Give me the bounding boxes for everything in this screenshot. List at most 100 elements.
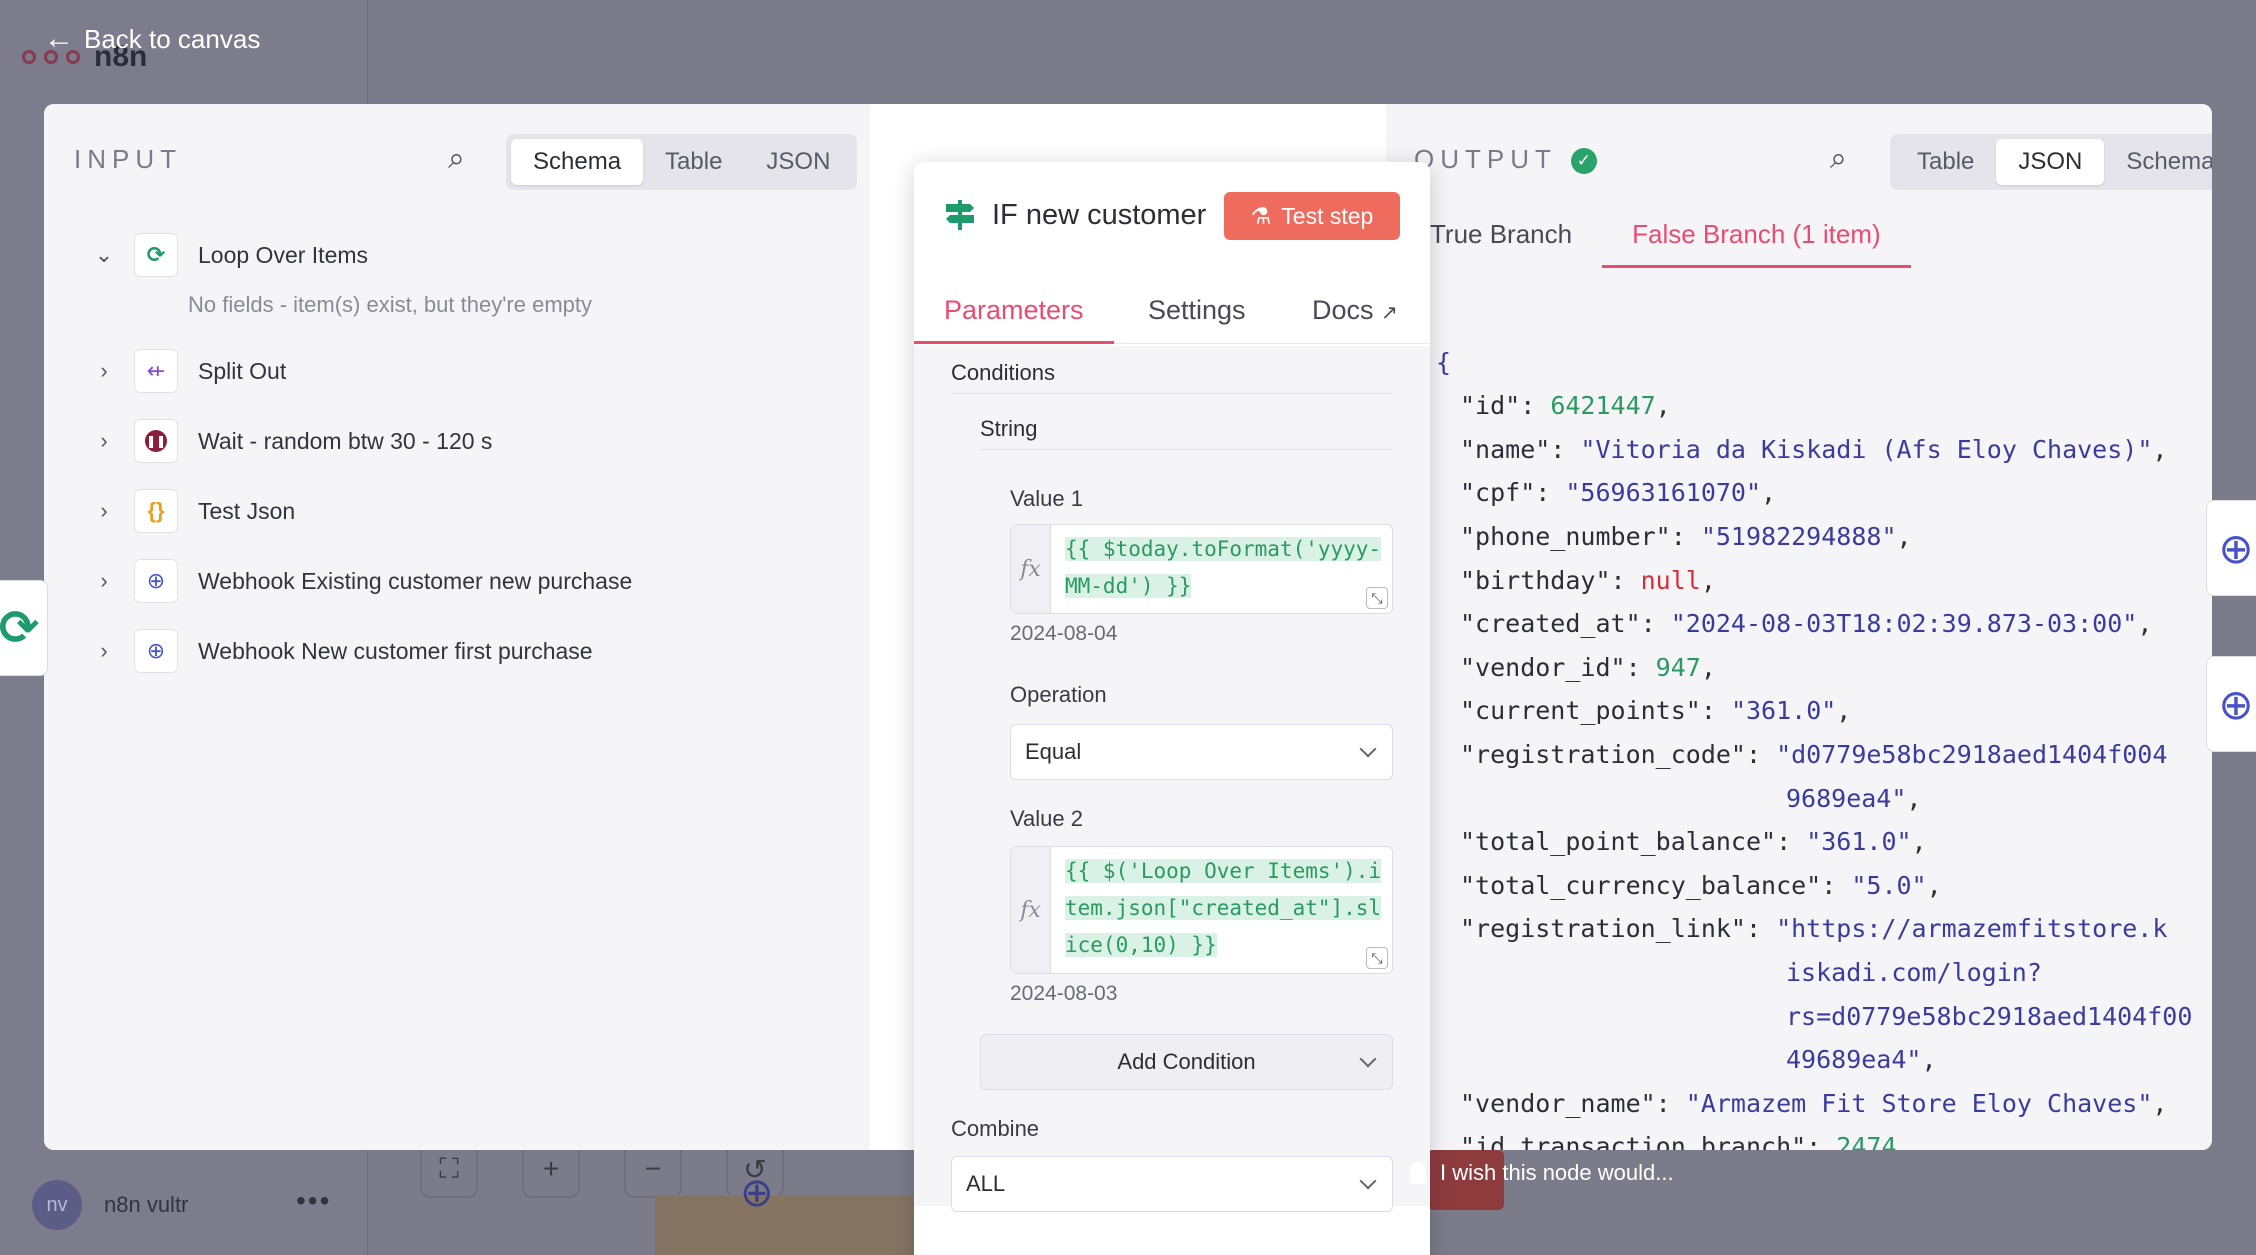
input-view-table[interactable]: Table: [643, 139, 744, 185]
chevron-down-icon: [1359, 740, 1377, 758]
json-key: "total_point_balance":: [1460, 827, 1807, 857]
chevron-right-icon[interactable]: ›: [84, 638, 124, 664]
test-step-button[interactable]: ⚗ Test step: [1224, 192, 1400, 240]
json-value: iskadi.com/login?: [1786, 958, 2042, 987]
json-line: rs=d0779e58bc2918aed1404f00: [1786, 1002, 2192, 1031]
schema-node-row[interactable]: › ⇷ Split Out: [84, 336, 844, 406]
json-key: "id":: [1460, 391, 1551, 421]
search-icon[interactable]: ⌕: [1830, 142, 1847, 176]
json-value: "51982294888": [1700, 522, 1897, 551]
output-title: OUTPUT ✓: [1414, 144, 1597, 175]
schema-node-row[interactable]: › ⊕ Webhook New customer first purchase: [84, 616, 844, 686]
json-value: 9689ea4": [1786, 783, 1907, 813]
node-tabs: Parameters Settings Docs ↗: [914, 290, 1430, 344]
json-value: "2024-08-03T18:02:39.873-03:00": [1670, 609, 2138, 639]
json-line: "name": "Vitoria da Kiskadi (Afs Eloy Ch…: [1460, 434, 2168, 464]
json-key: "registration_link":: [1460, 914, 1777, 944]
tab-docs[interactable]: Docs ↗: [1312, 290, 1398, 344]
user-profile: nv n8n vultr: [32, 1180, 188, 1230]
json-key: "current_points":: [1460, 696, 1731, 726]
combine-label: Combine: [951, 1116, 1040, 1141]
next-node-globe-icon[interactable]: ⊕: [2206, 500, 2256, 596]
chevron-right-icon[interactable]: ›: [84, 498, 124, 524]
json-value: rs=d0779e58bc2918aed1404f00: [1786, 1001, 2193, 1031]
json-key: "total_currency_balance":: [1460, 870, 1852, 900]
value1-expression-input[interactable]: fx {{ $today.toFormat('yyyy-MM-dd') }} ⤡: [1010, 524, 1393, 614]
chevron-right-icon[interactable]: ›: [84, 568, 124, 594]
input-view-schema[interactable]: Schema: [511, 139, 644, 185]
json-line: "phone_number": "51982294888",: [1460, 522, 1912, 551]
json-value: 2474: [1836, 1132, 1897, 1150]
input-view-switch: Schema Table JSON: [506, 134, 858, 190]
json-line: "cpf": "56963161070",: [1460, 478, 1777, 508]
json-output: [{"id": 6421447,"name": "Vitoria da Kisk…: [1386, 294, 2212, 1150]
schema-node-row[interactable]: › ⊕ Webhook Existing customer new purcha…: [84, 546, 844, 616]
chevron-down-icon[interactable]: ⌄: [84, 242, 124, 268]
json-line: "registration_code": "d0779e58bc2918aed1…: [1460, 740, 2167, 769]
previous-node-loop-icon[interactable]: ⟳: [0, 580, 48, 676]
tab-true-branch[interactable]: True Branch: [1402, 214, 1602, 268]
value1-expression-code: {{ $today.toFormat('yyyy-MM-dd') }}: [1065, 537, 1382, 598]
json-value: "Vitoria da Kiskadi (Afs Eloy Chaves)": [1580, 434, 2153, 464]
parameters-body: Conditions String Value 1 fx {{ $today.t…: [914, 346, 1430, 1212]
chevron-right-icon[interactable]: ›: [84, 358, 124, 384]
schema-node-row[interactable]: › {} Test Json: [84, 476, 844, 546]
lightbulb-icon: [1410, 1162, 1426, 1184]
schema-node-label: Wait - random btw 30 - 120 s: [198, 427, 493, 454]
search-icon[interactable]: ⌕: [448, 142, 465, 176]
flask-icon: ⚗: [1250, 202, 1272, 229]
input-view-json[interactable]: JSON: [744, 139, 852, 185]
tab-false-branch[interactable]: False Branch (1 item): [1602, 214, 1911, 268]
schema-node-row[interactable]: › ❚❚ Wait - random btw 30 - 120 s: [84, 406, 844, 476]
operation-select[interactable]: Equal: [1010, 724, 1393, 780]
json-value: null: [1640, 565, 1701, 595]
next-node-globe-icon[interactable]: ⊕: [2206, 656, 2256, 752]
json-key: "cpf":: [1460, 478, 1566, 508]
json-line: "total_point_balance": "361.0",: [1460, 827, 1927, 857]
add-condition-button[interactable]: Add Condition: [980, 1034, 1393, 1090]
json-key: "registration_code":: [1460, 740, 1777, 769]
json-line: 9689ea4",: [1786, 783, 1922, 813]
combine-select[interactable]: ALL: [951, 1156, 1393, 1212]
json-value: 6421447: [1550, 391, 1656, 421]
tab-parameters[interactable]: Parameters: [914, 290, 1114, 344]
back-to-canvas-link[interactable]: ← Back to canvas: [44, 22, 260, 56]
schema-node-label: Webhook Existing customer new purchase: [198, 567, 633, 594]
branch-tabs: True Branch False Branch (1 item): [1402, 214, 1911, 268]
schema-node-row[interactable]: ⌄ ⟳ Loop Over Items: [84, 220, 844, 290]
output-view-table[interactable]: Table: [1895, 139, 1996, 185]
schema-list: ⌄ ⟳ Loop Over Items No fields - item(s) …: [84, 220, 844, 686]
expand-icon[interactable]: ⤡: [1366, 947, 1388, 969]
output-view-json[interactable]: JSON: [1996, 139, 2105, 185]
chevron-right-icon[interactable]: ›: [84, 428, 124, 454]
value1-label: Value 1: [1010, 486, 1083, 511]
json-value: "https://armazemfitstore.k: [1776, 914, 2168, 944]
json-line: "total_currency_balance": "5.0",: [1460, 870, 1942, 900]
arrow-left-icon: ←: [44, 22, 74, 55]
fx-icon: fx: [1011, 847, 1051, 973]
feedback-link[interactable]: I wish this node would...: [1410, 1160, 1674, 1186]
json-key: "vendor_name":: [1460, 1088, 1686, 1118]
output-title-text: OUTPUT: [1414, 144, 1557, 174]
json-value: "d0779e58bc2918aed1404f004: [1776, 740, 2168, 769]
json-value: "5.0": [1851, 870, 1927, 900]
globe-icon: ⊕: [740, 1171, 774, 1215]
node-title: IF new customer: [992, 199, 1207, 231]
operation-label: Operation: [1010, 682, 1107, 707]
schema-node-label: Split Out: [198, 357, 287, 384]
more-options-icon: •••: [296, 1185, 332, 1216]
chevron-down-icon: [1359, 1050, 1377, 1068]
conditions-title: Conditions: [951, 360, 1393, 394]
external-link-icon: ↗: [1381, 302, 1398, 324]
globe-icon: ⊕: [134, 629, 178, 673]
back-to-canvas-label: Back to canvas: [84, 23, 261, 54]
operation-value: Equal: [1025, 739, 1082, 764]
fx-icon: fx: [1011, 525, 1051, 613]
value2-expression-input[interactable]: fx {{ $('Loop Over Items').item.json["cr…: [1010, 846, 1393, 974]
tab-settings[interactable]: Settings: [1148, 290, 1246, 344]
expand-icon[interactable]: ⤡: [1366, 587, 1388, 609]
json-bracket: {: [1436, 347, 1452, 377]
output-view-schema[interactable]: Schema: [2104, 139, 2212, 185]
value2-label: Value 2: [1010, 806, 1083, 831]
schema-node-label: Loop Over Items: [198, 241, 369, 268]
